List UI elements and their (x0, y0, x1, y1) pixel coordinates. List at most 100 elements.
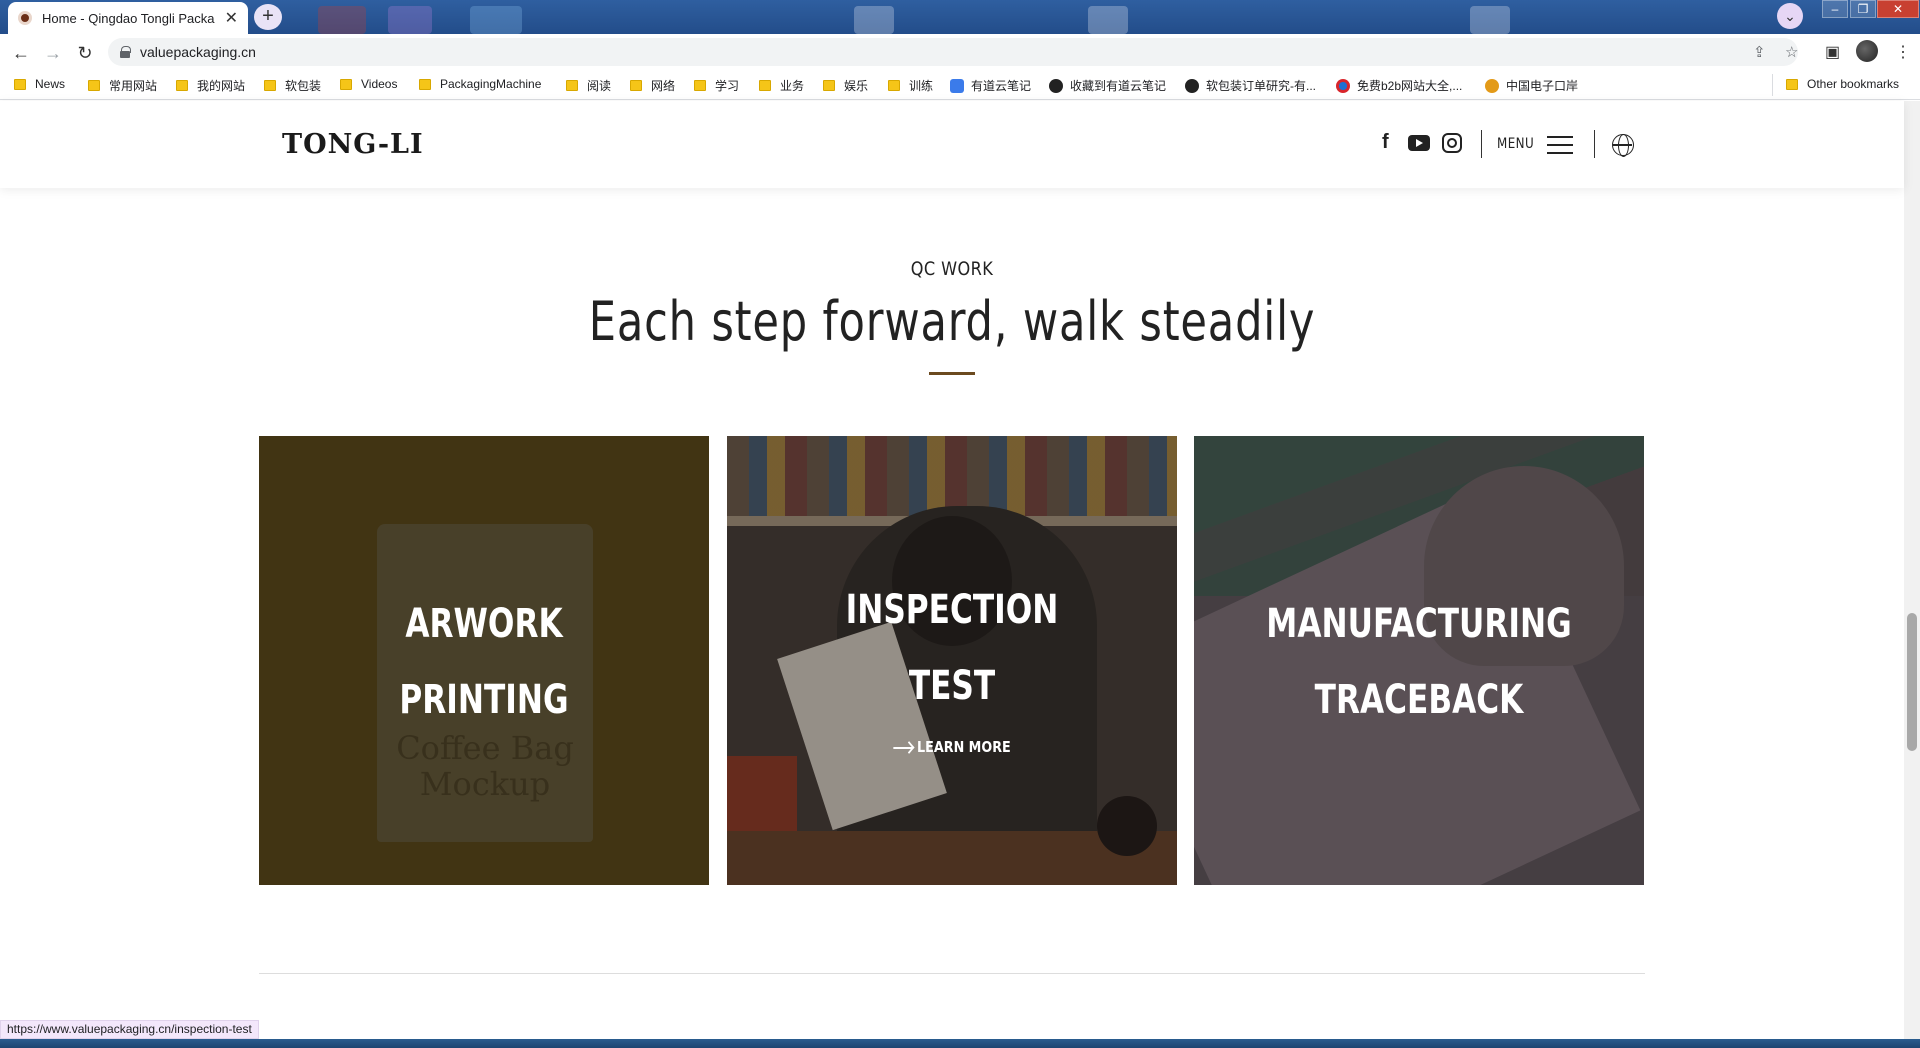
card-inspection-test[interactable]: INSPECTION TEST LEARN MORE (727, 436, 1177, 885)
bookmark-label: 训练 (909, 79, 934, 93)
arrow-right-icon (893, 746, 912, 749)
menu-label[interactable]: MENU (1497, 136, 1534, 152)
folder-icon (176, 80, 188, 91)
status-bar-url: https://www.valuepackaging.cn/inspection… (0, 1020, 259, 1039)
bookmark-item[interactable]: 阅读 (566, 77, 611, 94)
bookmark-label: 有道云笔记 (971, 79, 1032, 93)
bookmark-label: 收藏到有道云笔记 (1070, 79, 1167, 93)
folder-icon (759, 80, 771, 91)
bookmark-label: 学习 (715, 79, 740, 93)
bookmark-label: News (35, 77, 66, 91)
site-logo[interactable]: TONG-LI (282, 129, 424, 160)
bookmark-item[interactable]: 常用网站 (88, 77, 157, 94)
folder-icon (888, 80, 900, 91)
card-manufacturing-traceback[interactable]: MANUFACTURING TRACEBACK (1194, 436, 1644, 885)
section-divider (259, 973, 1645, 974)
folder-icon (823, 80, 835, 91)
headline-accent-bar (929, 372, 975, 375)
bookmark-item[interactable]: 网络 (630, 77, 675, 94)
tab-search-chevron-icon[interactable]: ⌄ (1777, 3, 1803, 29)
b2b-site-icon (1336, 78, 1350, 93)
tab-close-icon[interactable]: ✕ (225, 8, 238, 28)
site-favicon-icon (18, 11, 32, 25)
bookmark-label: 软包装订单研究-有... (1206, 79, 1316, 93)
back-arrow-icon[interactable]: ← (8, 40, 34, 66)
reload-icon[interactable]: ↻ (72, 40, 98, 66)
bookmark-label: 中国电子口岸 (1506, 79, 1579, 93)
minimize-window-button[interactable]: – (1822, 0, 1848, 18)
header-divider (1594, 130, 1595, 158)
facebook-icon[interactable]: f (1382, 131, 1389, 154)
card-title-line1: ARWORK (405, 601, 563, 647)
section-headline: Each step forward, walk steadily (588, 290, 1316, 353)
youdao-icon (950, 78, 964, 93)
bookmark-label: 阅读 (587, 79, 612, 93)
bookmarks-bar: News 常用网站 我的网站 软包装 Videos PackagingMachi… (0, 70, 1920, 100)
bookmark-item[interactable]: 训练 (888, 77, 933, 94)
bookmark-site-icon (1185, 78, 1199, 93)
card-title-line1: INSPECTION (845, 587, 1059, 633)
folder-icon (630, 80, 642, 91)
learn-more-label: LEARN MORE (917, 738, 1011, 756)
bookmark-label: Other bookmarks (1807, 77, 1900, 91)
address-url[interactable]: valuepackaging.cn (140, 44, 256, 60)
bookmark-item[interactable]: 我的网站 (176, 77, 245, 94)
lock-icon[interactable] (120, 46, 131, 58)
share-icon[interactable]: ⇪ (1753, 43, 1766, 61)
forward-arrow-icon[interactable]: → (40, 40, 66, 66)
instagram-icon[interactable] (1442, 133, 1462, 153)
bookmark-item[interactable]: PackagingMachine (419, 77, 541, 91)
bookmark-site-icon (1049, 78, 1063, 93)
bookmark-label: 网络 (651, 79, 676, 93)
folder-icon (264, 80, 276, 91)
globe-language-icon[interactable] (1612, 134, 1634, 157)
bookmark-item[interactable]: 学习 (694, 77, 739, 94)
bookmark-item[interactable]: 业务 (759, 77, 804, 94)
bookmark-item[interactable]: Videos (340, 77, 397, 91)
bookmark-item[interactable]: 有道云笔记 (950, 77, 1031, 94)
folder-icon (14, 78, 26, 90)
site-header: TONG-LI f MENU (0, 101, 1904, 188)
bookmark-item[interactable]: News (14, 77, 65, 91)
bookmark-item[interactable]: 收藏到有道云笔记 (1049, 77, 1166, 94)
bookmarks-divider (1772, 74, 1773, 96)
scrollbar-thumb[interactable] (1907, 613, 1917, 751)
tab-title: Home - Qingdao Tongli Packa (42, 10, 215, 26)
restore-window-button[interactable]: ❐ (1850, 0, 1876, 18)
bookmark-item[interactable]: 娱乐 (823, 77, 868, 94)
bookmark-label: 娱乐 (844, 79, 869, 93)
hamburger-menu-icon[interactable] (1547, 136, 1573, 154)
bookmark-item[interactable]: 免费b2b网站大全,... (1336, 77, 1462, 94)
other-bookmarks[interactable]: Other bookmarks (1786, 77, 1899, 91)
os-taskbar (0, 1039, 1920, 1048)
folder-icon (566, 80, 578, 91)
bookmark-item[interactable]: 软包装订单研究-有... (1185, 77, 1316, 94)
close-window-button[interactable]: ✕ (1877, 0, 1919, 18)
youtube-icon[interactable] (1408, 135, 1430, 151)
card-title-line2: PRINTING (399, 677, 569, 723)
bookmark-label: PackagingMachine (440, 77, 542, 91)
browser-toolbar: ← → ↻ valuepackaging.cn ⇪ ☆ ▣ ⋮ (0, 34, 1920, 70)
card-artwork-printing[interactable]: Coffee Bag Mockup ARWORK PRINTING (259, 436, 709, 885)
side-panel-icon[interactable]: ▣ (1825, 42, 1840, 62)
bookmark-label: 常用网站 (109, 79, 158, 93)
folder-icon (694, 80, 706, 91)
new-tab-button[interactable]: + (254, 4, 282, 30)
address-bar[interactable]: valuepackaging.cn (108, 38, 1798, 66)
bookmark-item[interactable]: 中国电子口岸 (1485, 77, 1578, 94)
chrome-menu-icon[interactable]: ⋮ (1895, 42, 1911, 62)
learn-more-link[interactable]: LEARN MORE (761, 738, 1144, 756)
bookmark-item[interactable]: 软包装 (264, 77, 321, 94)
section-eyebrow: QC WORK (910, 258, 994, 280)
folder-icon (88, 80, 100, 91)
port-site-icon (1485, 78, 1499, 93)
browser-tab-active[interactable]: Home - Qingdao Tongli Packa ✕ (8, 2, 248, 34)
folder-icon (419, 78, 431, 90)
card-title-line2: TRACEBACK (1314, 677, 1524, 723)
card-title-line1: MANUFACTURING (1266, 601, 1572, 647)
folder-icon (1786, 78, 1798, 90)
bookmark-star-icon[interactable]: ☆ (1785, 43, 1798, 61)
page-scrollbar[interactable] (1904, 101, 1920, 1039)
bookmark-label: 业务 (780, 79, 805, 93)
profile-avatar[interactable] (1856, 40, 1878, 62)
